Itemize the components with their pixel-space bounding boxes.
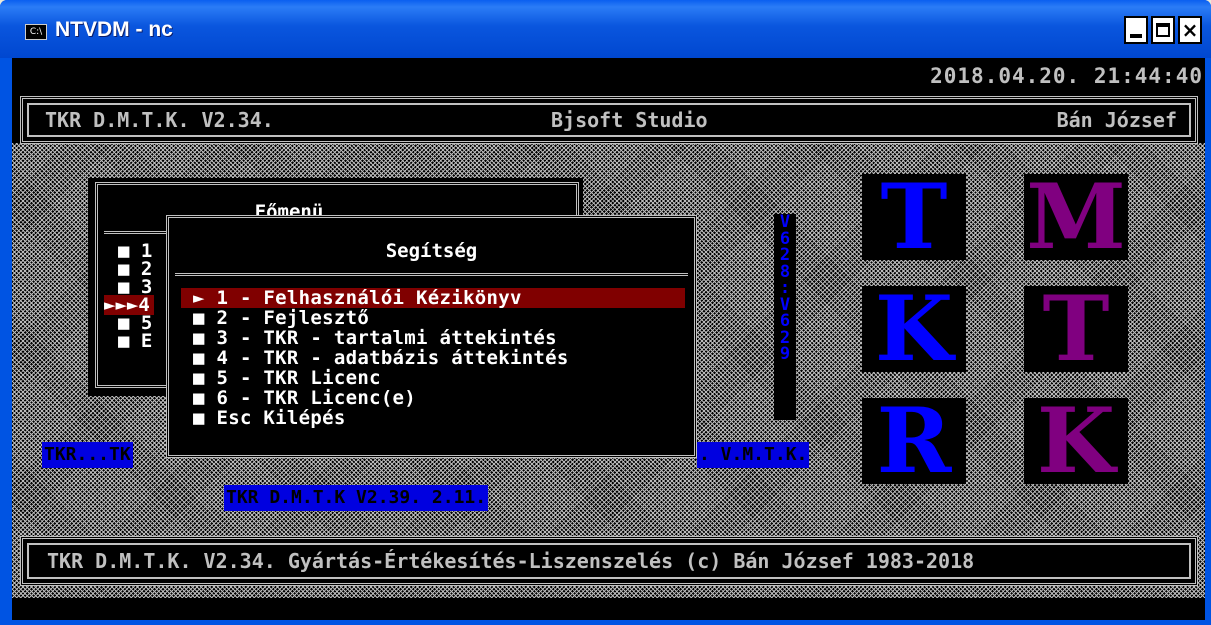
clock: 2018.04.20. 21:44:40: [930, 64, 1203, 88]
help-item-exit[interactable]: ■ Esc Kilépés: [193, 408, 346, 428]
help-item-content-overview[interactable]: ■ 3 - TKR - tartalmi áttekintés: [193, 328, 557, 348]
help-menu: Segítség ► 1 - Felhasználói Kézikönyv ■ …: [166, 215, 697, 458]
help-item-user-manual[interactable]: ► 1 - Felhasználói Kézikönyv: [181, 288, 685, 308]
console-area[interactable]: 2018.04.20. 21:44:40 TKR D.M.T.K. V2.34.…: [12, 58, 1205, 620]
logo-letter: T: [1024, 284, 1128, 374]
help-item-license[interactable]: ■ 5 - TKR Licenc: [193, 368, 381, 388]
footer-bar: TKR D.M.T.K. V2.34. Gyártás-Értékesítés-…: [20, 536, 1198, 586]
vstrip-char: 9: [779, 344, 791, 364]
main-menu-item[interactable]: ■ E: [118, 331, 152, 351]
close-icon: ×: [1181, 18, 1199, 42]
help-menu-title: Segítség: [385, 240, 478, 262]
help-item-database-overview[interactable]: ■ 4 - TKR - adatbázis áttekintés: [193, 348, 569, 368]
window-title: NTVDM - nc: [55, 18, 173, 41]
header-bar: TKR D.M.T.K. V2.34. Bjsoft Studio Bán Jó…: [20, 96, 1198, 144]
logo-letter: M: [1024, 172, 1128, 262]
logo-letter: K: [1024, 396, 1128, 486]
logo-letter: T: [862, 172, 966, 262]
header-app-version: TKR D.M.T.K. V2.34.: [45, 108, 274, 132]
logo-letter: K: [862, 284, 966, 374]
header-author: Bán József: [1056, 108, 1177, 132]
help-item-license-e[interactable]: ■ 6 - TKR Licenc(e): [193, 388, 416, 408]
minimize-button[interactable]: [1124, 16, 1148, 44]
title-bar[interactable]: C:\ NTVDM - nc ×: [0, 0, 1211, 58]
vertical-version-strip: V 6 2 8 : V 6 2 9: [774, 214, 796, 420]
close-button[interactable]: ×: [1178, 16, 1202, 44]
maximize-icon: [1156, 23, 1170, 37]
console-icon[interactable]: C:\: [25, 24, 47, 40]
logo-letter: R: [862, 396, 966, 486]
help-item-developer[interactable]: ■ 2 - Fejlesztő: [193, 308, 369, 328]
divider: [175, 273, 688, 276]
marquee-right: . V.M.T.K.: [697, 442, 810, 468]
maximize-button[interactable]: [1151, 16, 1175, 44]
version-strip: TKR D.M.T.K V2.39. 2.11.: [224, 485, 489, 511]
minimize-icon: [1130, 34, 1142, 38]
header-studio: Bjsoft Studio: [551, 108, 708, 132]
ntvdm-window: C:\ NTVDM - nc × 2018.04.20. 21:44:40 TK…: [0, 0, 1211, 625]
marquee-left: TKR...TK: [42, 442, 133, 468]
footer-copyright: TKR D.M.T.K. V2.34. Gyártás-Értékesítés-…: [47, 549, 975, 573]
